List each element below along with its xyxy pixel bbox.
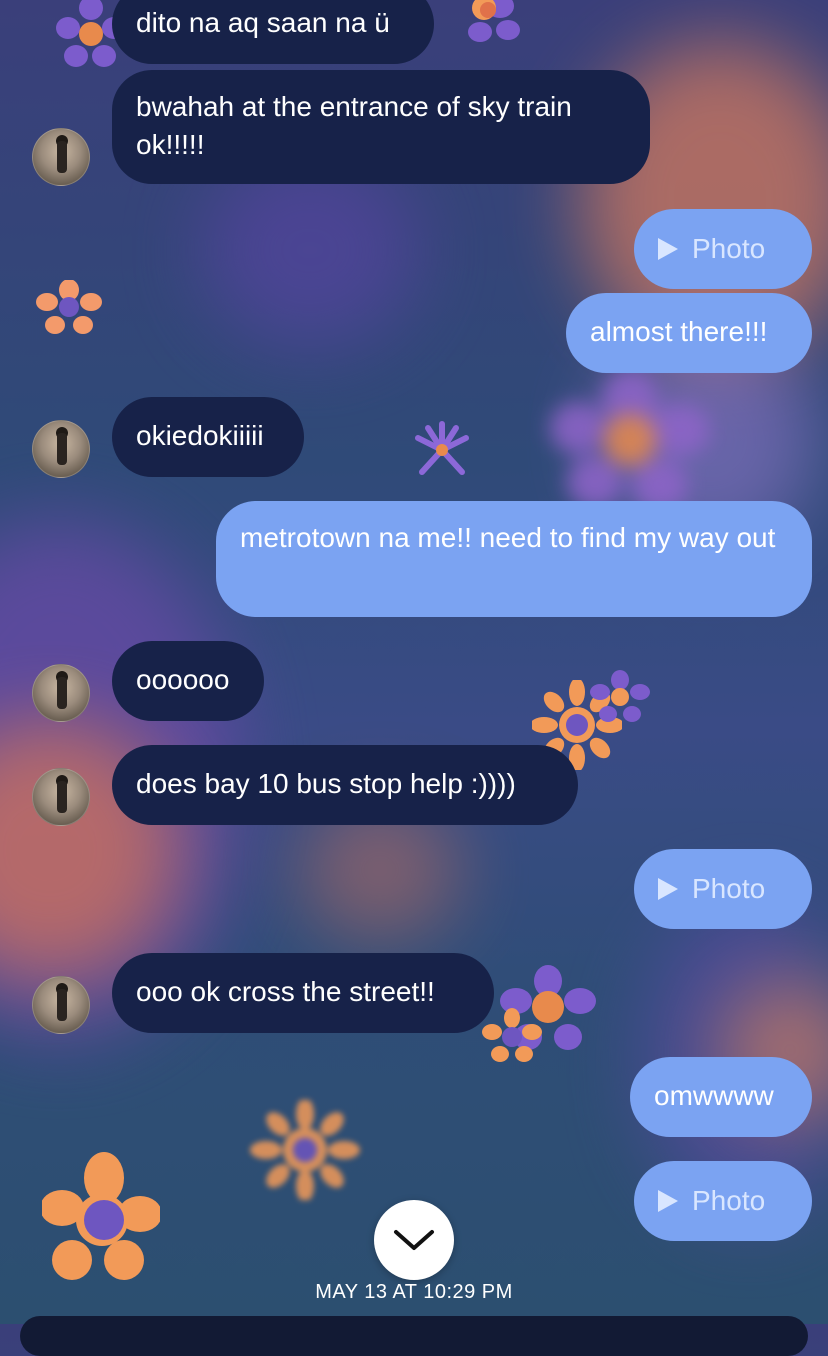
photo-label: Photo bbox=[692, 233, 766, 264]
message-bubble-outgoing[interactable]: metrotown na me!! need to find my way ou… bbox=[216, 501, 812, 617]
play-icon bbox=[658, 238, 678, 260]
photo-message-bubble[interactable]: Photo bbox=[634, 1161, 812, 1241]
scroll-to-bottom-button[interactable] bbox=[374, 1200, 454, 1280]
message-bubble-incoming[interactable]: does bay 10 bus stop help :)))) bbox=[112, 745, 578, 825]
play-icon bbox=[658, 1190, 678, 1212]
photo-message-bubble[interactable]: Photo bbox=[634, 849, 812, 929]
message-text: bwahah at the entrance of sky train ok!!… bbox=[136, 91, 572, 160]
message-text: dito na aq saan na ü bbox=[136, 7, 390, 38]
background-flower-icon bbox=[36, 280, 102, 334]
message-bubble-outgoing[interactable]: omwwww bbox=[630, 1057, 812, 1137]
message-text: almost there!!! bbox=[590, 316, 768, 347]
photo-label: Photo bbox=[692, 873, 766, 904]
message-text: oooooo bbox=[136, 664, 230, 695]
background-flower-icon bbox=[550, 370, 710, 510]
message-text: does bay 10 bus stop help :)))) bbox=[136, 768, 516, 799]
message-bubble-incoming[interactable]: bwahah at the entrance of sky train ok!!… bbox=[112, 70, 650, 184]
message-text: omwwww bbox=[654, 1080, 774, 1111]
message-bubble-outgoing[interactable]: almost there!!! bbox=[566, 293, 812, 373]
message-text: metrotown na me!! need to find my way ou… bbox=[240, 522, 776, 553]
message-timestamp: MAY 13 AT 10:29 PM bbox=[315, 1281, 513, 1303]
avatar[interactable] bbox=[32, 768, 90, 826]
message-bubble-incoming[interactable]: dito na aq saan na ü bbox=[112, 0, 434, 64]
background-flower-icon bbox=[468, 0, 520, 42]
play-icon bbox=[658, 878, 678, 900]
background-flower-icon bbox=[590, 670, 650, 722]
photo-label: Photo bbox=[692, 1185, 766, 1216]
avatar[interactable] bbox=[32, 976, 90, 1034]
message-bubble-incoming[interactable]: okiedokiiiii bbox=[112, 397, 304, 477]
background-flower-icon bbox=[482, 1008, 542, 1062]
background-flower-icon bbox=[415, 421, 469, 475]
avatar[interactable] bbox=[32, 664, 90, 722]
photo-message-bubble[interactable]: Photo bbox=[634, 209, 812, 289]
message-bubble-partial[interactable] bbox=[20, 1316, 808, 1356]
message-bubble-incoming[interactable]: oooooo bbox=[112, 641, 264, 721]
avatar[interactable] bbox=[32, 420, 90, 478]
message-text: okiedokiiiii bbox=[136, 420, 264, 451]
background-flower-icon bbox=[42, 1152, 160, 1280]
chevron-down-icon bbox=[394, 1230, 434, 1250]
background-flower-icon bbox=[250, 1100, 360, 1200]
avatar[interactable] bbox=[32, 128, 90, 186]
message-bubble-incoming[interactable]: ooo ok cross the street!! bbox=[112, 953, 494, 1033]
message-text: ooo ok cross the street!! bbox=[136, 976, 435, 1007]
